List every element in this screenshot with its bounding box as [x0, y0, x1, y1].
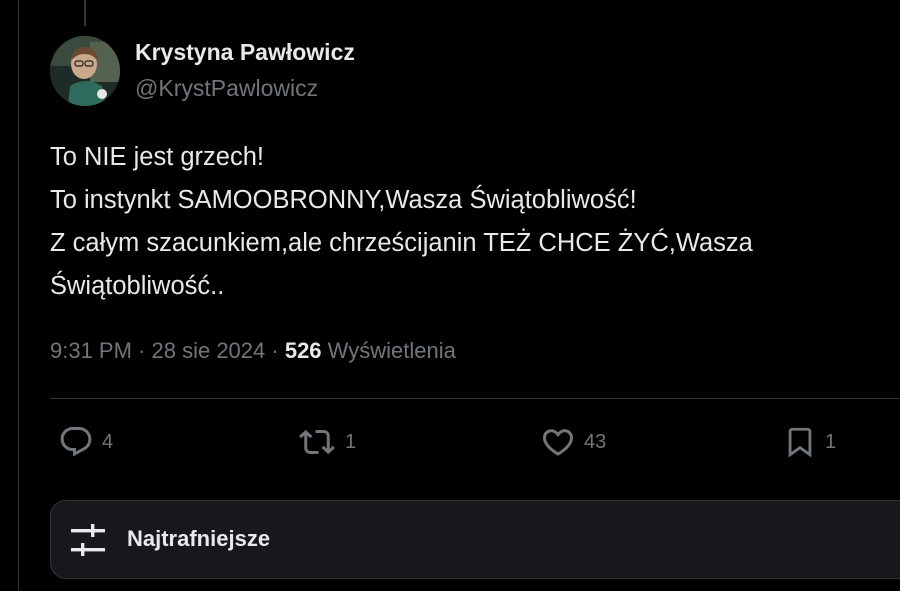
like-icon: [542, 429, 574, 456]
reply-count: 4: [102, 430, 114, 453]
bookmark-count: 1: [825, 430, 837, 453]
divider: [50, 398, 900, 399]
tweet-text-line: Świątobliwość..: [50, 272, 225, 300]
column-border: [18, 0, 19, 591]
author-name[interactable]: Krystyna Pawłowicz: [135, 39, 355, 66]
author-handle[interactable]: @KrystPawlowicz: [135, 75, 318, 102]
tweet-date[interactable]: 28 sie 2024: [152, 338, 266, 363]
sort-replies-dropdown[interactable]: Najtrafniejsze: [50, 500, 900, 579]
bookmark-button[interactable]: 1: [783, 424, 836, 460]
views-label[interactable]: Wyświetlenia: [328, 338, 456, 363]
tweet-text: To NIE jest grzech! To instynkt SAMOOBRO…: [50, 136, 900, 308]
avatar-image: [50, 36, 120, 106]
thread-connector-line: [84, 0, 86, 26]
repost-icon: [299, 429, 335, 455]
tweet-text-line: To NIE jest grzech!: [50, 143, 264, 171]
sort-sliders-icon: [71, 524, 105, 556]
tweet-time[interactable]: 9:31 PM: [50, 338, 132, 363]
tweet-text-line: To instynkt SAMOOBRONNY,Wasza Świątobliw…: [50, 186, 637, 214]
views-count[interactable]: 526: [285, 338, 322, 363]
bookmark-icon: [788, 427, 812, 458]
meta-separator: ·: [131, 338, 152, 363]
avatar[interactable]: [50, 36, 120, 106]
meta-separator: ·: [265, 338, 285, 363]
tweet-meta: 9:31 PM · 28 sie 2024 · 526 Wyświetlenia: [50, 338, 456, 364]
sort-label: Najtrafniejsze: [127, 526, 271, 551]
tweet-text-line: Z całym szacunkiem,ale chrześcijanin TEŻ…: [50, 229, 753, 257]
reply-button[interactable]: 4: [58, 424, 113, 460]
repost-count: 1: [345, 430, 357, 453]
reply-icon: [60, 427, 92, 457]
repost-button[interactable]: 1: [297, 424, 356, 460]
like-button[interactable]: 43: [540, 424, 606, 460]
like-count: 43: [584, 430, 607, 453]
